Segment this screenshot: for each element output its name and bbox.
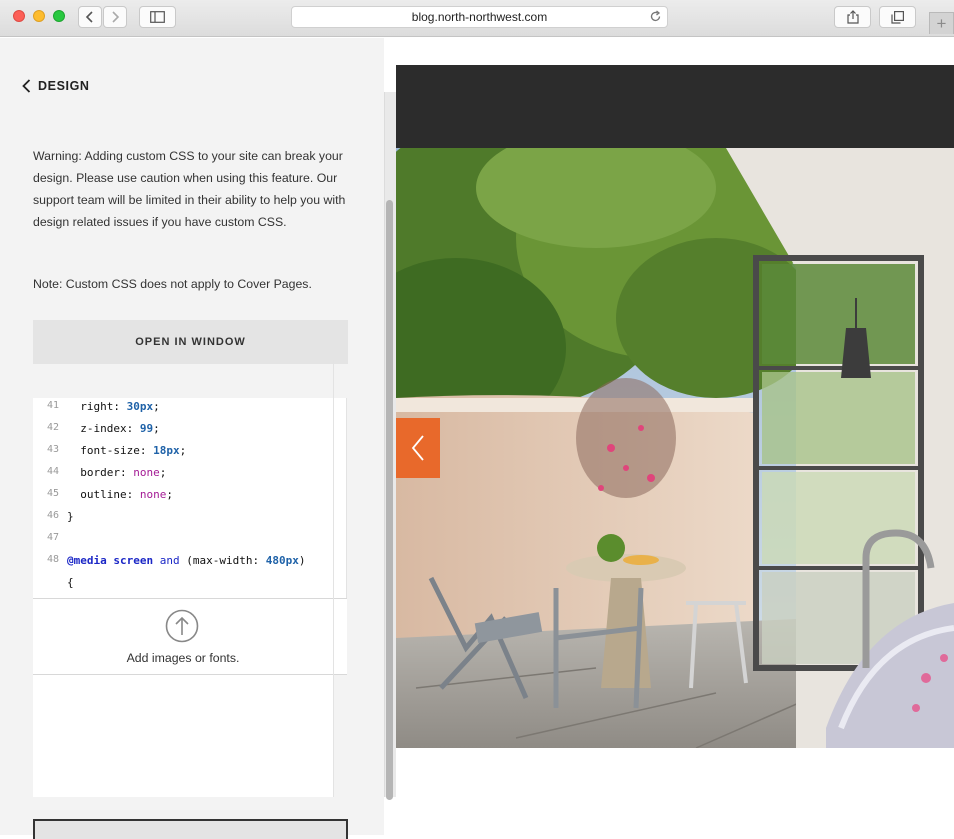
line-number: 44 xyxy=(46,466,59,477)
code-line: 42 z-index: 99; xyxy=(33,422,160,444)
panel-scrollbar[interactable] xyxy=(384,92,396,800)
plus-icon: + xyxy=(936,13,947,33)
patio-photo xyxy=(396,148,954,748)
code-text: z-index: 99; xyxy=(67,422,160,435)
share-button[interactable] xyxy=(834,6,871,28)
code-text: font-size: 18px; xyxy=(67,444,187,457)
css-warning-text: Warning: Adding custom CSS to your site … xyxy=(33,149,346,229)
code-line: 43 font-size: 18px; xyxy=(33,444,186,466)
sidebar-toggle-button[interactable] xyxy=(139,6,176,28)
chevron-left-icon xyxy=(85,11,93,23)
asset-upload-dropzone[interactable]: Add images or fonts. xyxy=(33,598,347,675)
line-number: 41 xyxy=(46,400,59,411)
hero-image xyxy=(396,148,954,748)
code-line: 46} xyxy=(33,510,74,532)
code-text: { xyxy=(67,576,74,589)
open-in-window-button[interactable]: OPEN IN WINDOW xyxy=(33,320,348,364)
code-text: @media screen and (max-width: 480px) xyxy=(67,554,306,567)
address-bar[interactable]: blog.north-northwest.com xyxy=(291,6,668,28)
site-preview xyxy=(396,38,954,835)
code-text: outline: none; xyxy=(67,488,173,501)
code-text: right: 30px; xyxy=(67,400,160,413)
line-number: 46 xyxy=(46,510,59,521)
new-tab-button[interactable]: + xyxy=(929,12,954,34)
line-number: 42 xyxy=(46,422,59,433)
minimize-window-button[interactable] xyxy=(33,10,45,22)
back-label: DESIGN xyxy=(38,79,90,93)
scrollbar-thumb[interactable] xyxy=(386,200,393,800)
code-line: { xyxy=(33,576,74,598)
upload-label: Add images or fonts. xyxy=(126,651,240,665)
reload-icon xyxy=(650,10,661,22)
url-text: blog.north-northwest.com xyxy=(411,10,548,24)
code-text: } xyxy=(67,510,74,523)
save-button[interactable] xyxy=(33,819,348,839)
line-number xyxy=(33,576,59,598)
chevron-left-icon xyxy=(22,79,31,93)
line-number: 45 xyxy=(46,488,59,499)
code-line: 41 right: 30px; xyxy=(33,400,160,422)
tabs-overview-button[interactable] xyxy=(879,6,916,28)
code-line: 45 outline: none; xyxy=(33,488,173,510)
code-line: 44 border: none; xyxy=(33,466,166,488)
code-line: 48 @media screen and (max-width: 480px) xyxy=(33,554,306,576)
share-icon xyxy=(846,10,859,24)
back-to-design-link[interactable]: DESIGN xyxy=(22,79,90,93)
line-number: 47 xyxy=(46,532,59,543)
back-button[interactable] xyxy=(78,6,102,28)
cover-pages-note: Note: Custom CSS does not apply to Cover… xyxy=(33,277,312,291)
code-line: 47 xyxy=(33,532,67,554)
slideshow-prev-button[interactable] xyxy=(396,418,440,478)
chevron-left-icon xyxy=(411,435,424,461)
forward-button[interactable] xyxy=(103,6,127,28)
css-code-editor[interactable]: 41 right: 30px; 42 z-index: 99; 43 font-… xyxy=(33,398,347,598)
reload-button[interactable] xyxy=(649,10,662,26)
browser-toolbar: blog.north-northwest.com + xyxy=(0,0,954,37)
site-header-band xyxy=(396,65,954,148)
line-number: 43 xyxy=(46,444,59,455)
chevron-right-icon xyxy=(112,11,120,23)
zoom-window-button[interactable] xyxy=(53,10,65,22)
sidebar-icon xyxy=(150,11,165,23)
open-in-window-label: OPEN IN WINDOW xyxy=(135,336,246,348)
upload-arrow-icon xyxy=(165,609,199,643)
code-text: border: none; xyxy=(67,466,167,479)
asset-list xyxy=(33,675,333,797)
css-editor-panel: DESIGN Warning: Adding custom CSS to you… xyxy=(0,38,384,839)
tabs-icon xyxy=(891,10,904,24)
editor-divider xyxy=(333,360,334,797)
close-window-button[interactable] xyxy=(13,10,25,22)
line-number: 48 xyxy=(46,554,59,565)
